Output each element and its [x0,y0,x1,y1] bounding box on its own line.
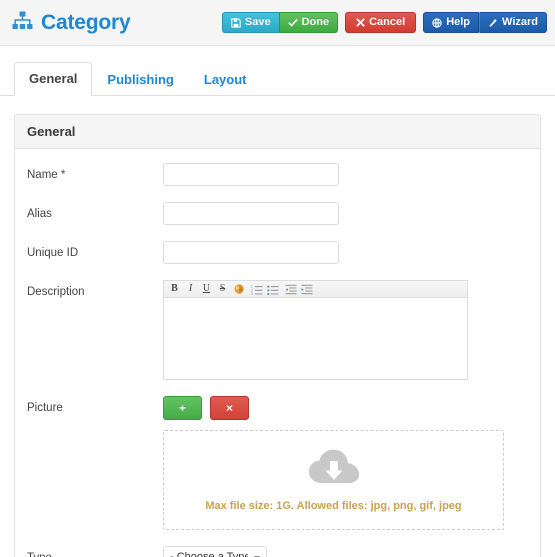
name-label: Name * [27,169,66,181]
type-select[interactable]: - Choose a Type - [163,546,267,557]
outdent-icon[interactable] [283,282,298,297]
page-title: Category [41,11,131,34]
done-button-label: Done [301,16,330,28]
field-row-description: Description B I U S 1 2 3 [27,280,528,380]
sitemap-icon [12,11,33,35]
panel-body: Name * Alias Unique ID Description B I U… [15,149,540,557]
page-header: Category Save Done Cancel Help Wizard [0,0,555,46]
unique-id-label: Unique ID [27,247,79,259]
italic-icon[interactable]: I [183,282,198,297]
tab-publishing[interactable]: Publishing [92,63,188,96]
floppy-disk-icon [231,17,241,28]
tab-bar: General Publishing Layout [0,58,555,96]
picture-buttons: + × [163,396,528,420]
picture-label: Picture [27,402,63,414]
help-wizard-group: Help Wizard [423,12,547,33]
indent-icon[interactable] [299,282,314,297]
underline-icon[interactable]: U [199,282,214,297]
cancel-button-label: Cancel [369,16,406,28]
field-row-alias: Alias [27,202,528,225]
page-title-wrap: Category [12,11,131,35]
alias-input[interactable] [163,202,339,225]
remove-picture-button[interactable]: × [210,396,249,420]
magic-wand-icon [488,18,498,28]
help-button-label: Help [446,16,471,28]
field-row-name: Name * [27,163,528,186]
tab-layout[interactable]: Layout [189,63,262,96]
times-icon [356,18,365,27]
wizard-button-label: Wizard [502,16,538,28]
general-panel: General Name * Alias Unique ID Descripti… [14,114,541,557]
strikethrough-icon[interactable]: S [215,282,230,297]
save-button[interactable]: Save [221,12,279,33]
wizard-button[interactable]: Wizard [479,12,547,33]
field-row-type: Type - Choose a Type - [27,546,528,557]
cancel-button[interactable]: Cancel [345,12,417,33]
done-button[interactable]: Done [278,12,339,33]
globe-icon [432,17,442,28]
description-textarea[interactable] [164,298,467,379]
toolbar: Save Done Cancel Help Wizard [221,12,547,33]
check-icon [287,18,298,27]
field-row-unique-id: Unique ID [27,241,528,264]
add-picture-button[interactable]: + [163,396,202,420]
unique-id-input[interactable] [163,241,339,264]
name-input[interactable] [163,163,339,186]
svg-text:3: 3 [251,292,253,295]
description-editor: B I U S 1 2 3 [163,280,468,380]
bold-icon[interactable]: B [167,282,182,297]
dropzone-text: Max file size: 1G. Allowed files: jpg, p… [205,499,462,512]
type-select-wrap: - Choose a Type - [163,546,267,557]
unordered-list-icon[interactable] [265,282,280,297]
save-button-label: Save [244,16,271,28]
tab-general[interactable]: General [14,62,93,96]
type-label: Type [27,546,163,557]
ordered-list-icon[interactable]: 1 2 3 [249,282,264,297]
field-row-picture: Picture + × Max file size: 1G. Allowed f… [27,396,528,530]
editor-toolbar: B I U S 1 2 3 [164,281,467,298]
save-done-group: Save Done [221,12,339,33]
description-label: Description [27,286,85,298]
help-button[interactable]: Help [423,12,480,33]
alias-label: Alias [27,208,52,220]
panel-title: General [15,115,540,149]
picture-dropzone[interactable]: Max file size: 1G. Allowed files: jpg, p… [163,430,504,530]
text-color-icon[interactable] [231,282,246,297]
cloud-download-icon [308,449,360,492]
